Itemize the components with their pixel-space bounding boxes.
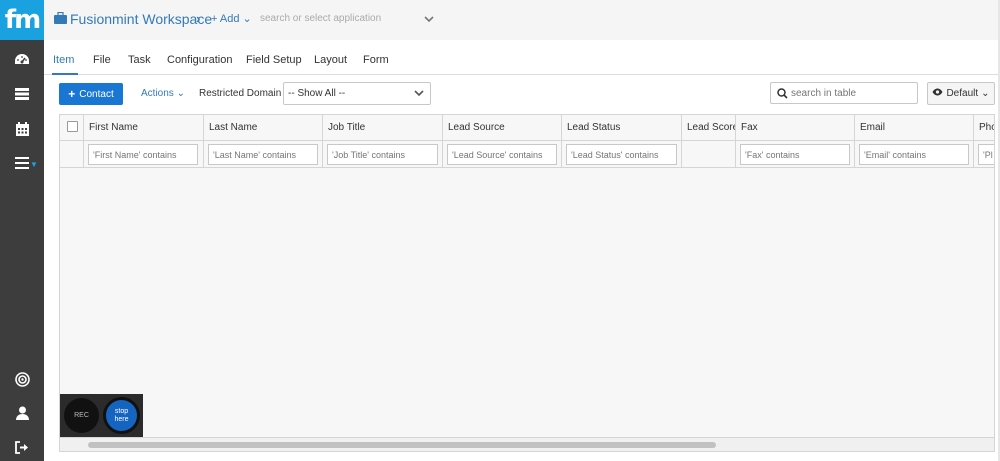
- default-label: Default: [946, 88, 979, 99]
- tab-item[interactable]: Item: [53, 54, 74, 66]
- filter-cell: [204, 141, 323, 168]
- filter-email-input[interactable]: [859, 144, 969, 165]
- stop-label-line-1: stop: [114, 407, 129, 415]
- left-sidebar: fm ▼: [0, 0, 44, 461]
- grid-body: [60, 168, 994, 435]
- column-header-email[interactable]: Email: [855, 115, 974, 141]
- filter-cell: [562, 141, 682, 168]
- search-icon: [777, 88, 788, 102]
- active-tab-indicator: [52, 73, 78, 75]
- filter-cell: [323, 141, 443, 168]
- actions-label: Actions: [141, 88, 174, 99]
- contact-label: Contact: [79, 88, 114, 100]
- filter-cell: [84, 141, 204, 168]
- filter-cell: [855, 141, 974, 168]
- add-button[interactable]: + Add ⌄: [211, 12, 252, 25]
- user-icon[interactable]: [0, 399, 44, 427]
- restricted-domain-select[interactable]: -- Show All --: [283, 82, 431, 105]
- stop-label-line-2: here: [114, 415, 129, 423]
- column-header-phone[interactable]: Pho: [974, 115, 994, 141]
- top-bar: Fusionmint Workspace › + Add ⌄: [44, 0, 1000, 40]
- tab-layout[interactable]: Layout: [314, 54, 347, 66]
- select-all-checkbox[interactable]: [67, 121, 78, 132]
- grid-filter-row: [60, 141, 994, 168]
- workspace-title[interactable]: Fusionmint Workspace: [70, 11, 212, 27]
- stop-here-button[interactable]: stop here: [103, 397, 140, 434]
- menu-caret-icon: ▼: [30, 160, 38, 169]
- horizontal-scrollbar[interactable]: [60, 437, 994, 451]
- column-header-fax[interactable]: Fax: [736, 115, 855, 141]
- filter-cell: [974, 141, 994, 168]
- tab-field-setup[interactable]: Field Setup: [246, 54, 302, 66]
- table-search[interactable]: [770, 82, 918, 104]
- filter-cell: [736, 141, 855, 168]
- filter-job-title-input[interactable]: [327, 144, 438, 165]
- dashboard-icon[interactable]: [0, 46, 44, 74]
- data-grid: First Name Last Name Job Title Lead Sour…: [59, 114, 995, 452]
- rec-button[interactable]: REC: [64, 398, 99, 433]
- filter-first-name-input[interactable]: [88, 144, 198, 165]
- tab-configuration[interactable]: Configuration: [167, 54, 232, 66]
- column-header-lead-source[interactable]: Lead Source: [443, 115, 562, 141]
- add-label: + Add: [211, 13, 240, 25]
- grid-header-row: First Name Last Name Job Title Lead Sour…: [60, 115, 994, 141]
- app-search-input[interactable]: [256, 8, 440, 28]
- filter-cell-lead-score: [682, 141, 736, 168]
- briefcase-icon: [54, 11, 67, 27]
- target-icon[interactable]: [0, 365, 44, 393]
- filter-cell: [443, 141, 562, 168]
- add-caret-icon: ⌄: [242, 13, 252, 25]
- filter-phone-input[interactable]: [978, 144, 994, 165]
- chevron-down-icon[interactable]: [424, 12, 434, 26]
- column-header-first-name[interactable]: First Name: [84, 115, 204, 141]
- column-header-lead-score[interactable]: Lead Score: [682, 115, 736, 141]
- stop-label: stop here: [114, 408, 128, 424]
- sign-out-icon[interactable]: [0, 433, 44, 461]
- tab-bar: Item File Task Configuration Field Setup…: [44, 48, 1000, 75]
- filter-last-name-input[interactable]: [208, 144, 318, 165]
- rec-label: REC: [74, 412, 89, 419]
- fm-logo[interactable]: fm: [0, 0, 44, 40]
- logo-text: fm: [4, 5, 41, 35]
- filter-lead-status-input[interactable]: [566, 144, 677, 165]
- recorder-panel: REC stop here: [60, 394, 143, 437]
- eye-icon: [932, 88, 943, 99]
- filter-fax-input[interactable]: [740, 144, 850, 165]
- restricted-domain-label: Restricted Domain: [199, 88, 282, 99]
- tab-file[interactable]: File: [93, 54, 111, 66]
- domain-select-value: -- Show All --: [288, 88, 346, 99]
- column-header-last-name[interactable]: Last Name: [204, 115, 323, 141]
- tab-form[interactable]: Form: [363, 54, 389, 66]
- tab-task[interactable]: Task: [128, 54, 151, 66]
- view-default-button[interactable]: Default ⌄: [927, 82, 995, 105]
- actions-caret-icon: ⌄: [176, 88, 185, 99]
- actions-dropdown[interactable]: Actions ⌄: [141, 88, 185, 99]
- calendar-icon[interactable]: [0, 115, 44, 143]
- filter-cell-blank: [60, 141, 84, 168]
- column-header-job-title[interactable]: Job Title: [323, 115, 443, 141]
- select-all-cell: [60, 115, 84, 141]
- scrollbar-thumb[interactable]: [88, 442, 716, 448]
- server-icon[interactable]: [0, 80, 44, 108]
- workspace-chevron-icon[interactable]: ›: [196, 11, 200, 26]
- filter-lead-source-input[interactable]: [447, 144, 557, 165]
- column-header-lead-status[interactable]: Lead Status: [562, 115, 682, 141]
- default-caret-icon: ⌄: [981, 88, 990, 99]
- plus-icon: +: [68, 87, 76, 101]
- table-search-input[interactable]: [791, 85, 911, 101]
- chevron-down-icon: [414, 89, 424, 100]
- add-contact-button[interactable]: + Contact: [59, 83, 123, 105]
